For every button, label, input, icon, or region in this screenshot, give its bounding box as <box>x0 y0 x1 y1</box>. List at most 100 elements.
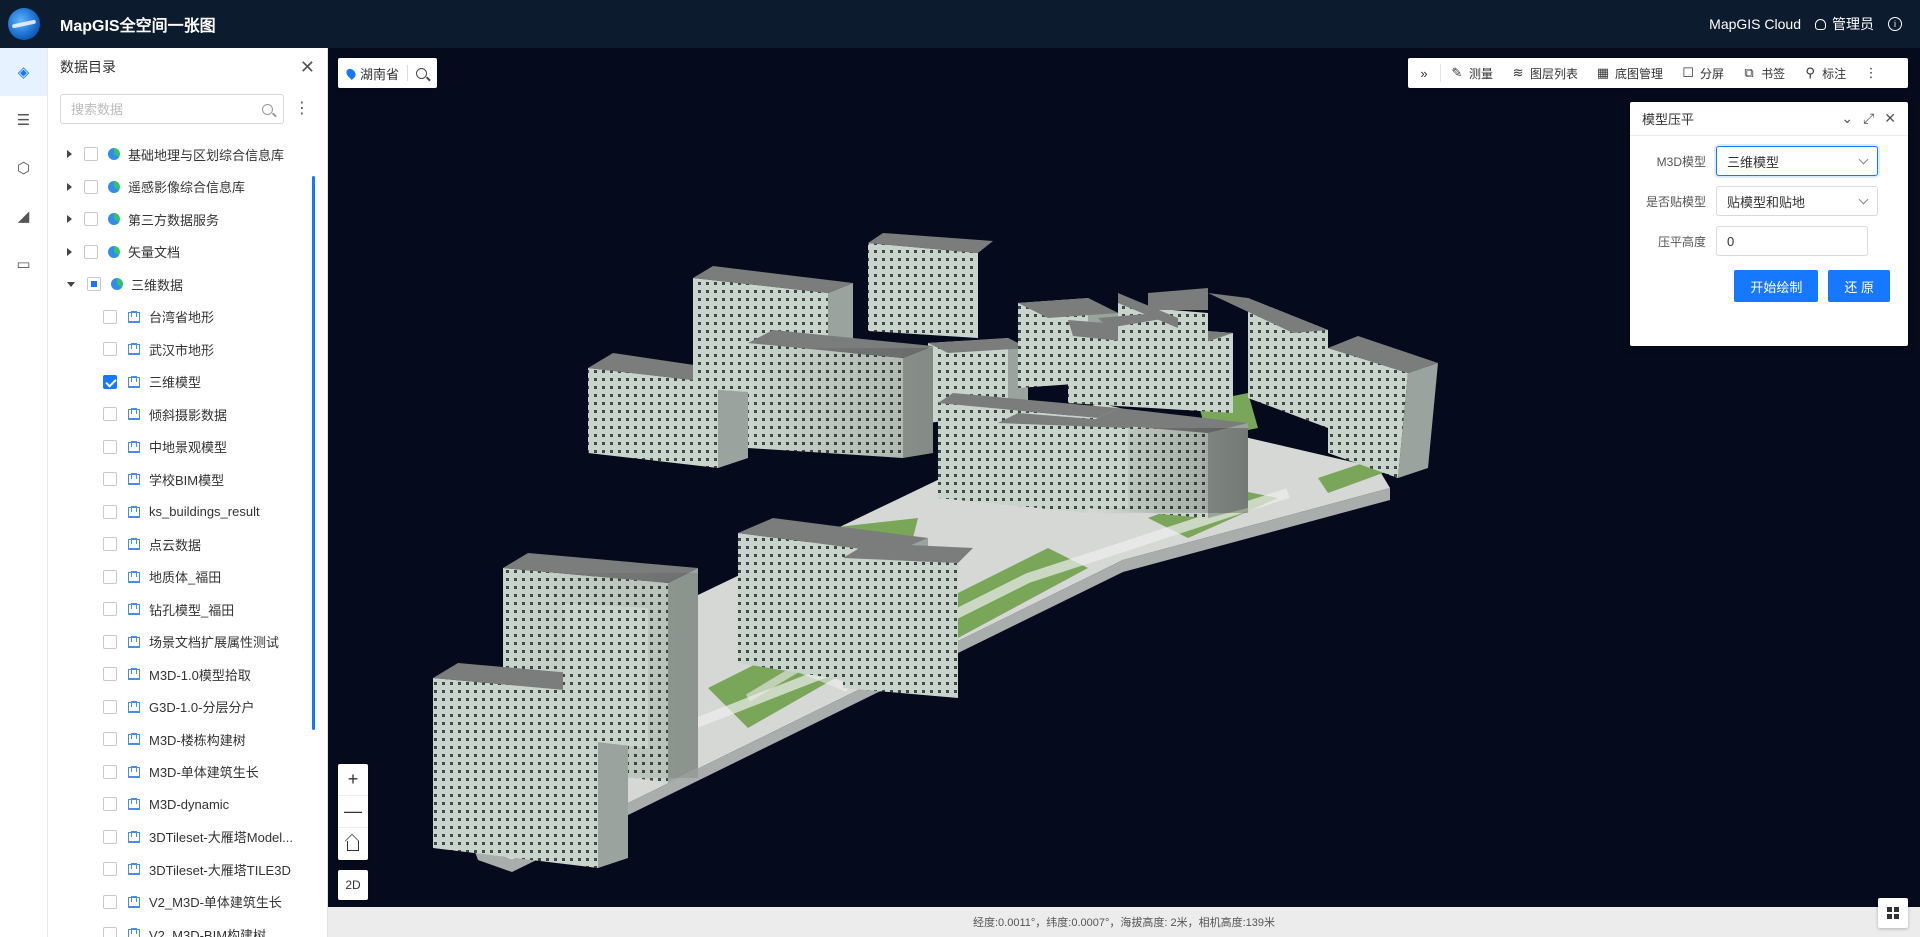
building <box>843 543 973 698</box>
tree-item[interactable]: V2_M3D-单体建筑生长 <box>48 886 320 919</box>
toolbar-item[interactable]: ✎ 测量 <box>1441 58 1502 88</box>
tree-item[interactable]: 武汉市地形 <box>48 333 320 366</box>
maximize-icon[interactable]: ⤢ <box>1863 110 1874 127</box>
info-icon[interactable]: i <box>1888 17 1902 31</box>
model-layer-icon <box>127 830 140 843</box>
model-select[interactable]: 三维模型 <box>1716 146 1878 176</box>
home-button[interactable] <box>338 828 368 860</box>
item-checkbox[interactable] <box>103 342 117 357</box>
item-checkbox[interactable] <box>103 894 117 909</box>
toolbar-item[interactable]: ⋮ <box>1855 58 1887 88</box>
rail-item[interactable]: ▭ <box>0 240 47 288</box>
tree-item[interactable]: 3DTileset-大雁塔Model... <box>48 821 320 854</box>
item-checkbox[interactable] <box>103 504 117 519</box>
restore-button[interactable]: 还 原 <box>1828 270 1890 302</box>
tree-item[interactable]: M3D-楼栋构建树 <box>48 723 320 756</box>
model-layer-icon <box>127 668 140 681</box>
tree-item[interactable]: V2_M3D-BIM构建树 <box>48 918 320 937</box>
start-draw-button[interactable]: 开始绘制 <box>1734 270 1819 302</box>
cloud-link[interactable]: MapGIS Cloud <box>1709 16 1801 32</box>
model-layer-icon <box>127 700 140 713</box>
tree-group-label: 三维数据 <box>131 277 184 293</box>
item-checkbox[interactable] <box>103 732 117 747</box>
user-menu[interactable]: 管理员 <box>1815 14 1874 34</box>
more-icon[interactable]: ⋮ <box>294 101 310 117</box>
caret-right-icon[interactable] <box>67 182 72 191</box>
item-checkbox[interactable] <box>103 829 117 844</box>
tree-group[interactable]: 矢量文档 <box>48 236 320 269</box>
item-checkbox[interactable] <box>103 439 117 454</box>
item-checkbox[interactable] <box>103 699 117 714</box>
toolbar-item[interactable]: ▦ 底图管理 <box>1587 58 1672 88</box>
group-checkbox[interactable] <box>84 212 98 227</box>
tree-item[interactable]: 钻孔模型_福田 <box>48 593 320 626</box>
caret-down-icon[interactable] <box>67 281 75 287</box>
item-checkbox[interactable] <box>103 569 117 584</box>
model-layer-icon <box>127 863 140 876</box>
item-checkbox[interactable] <box>103 634 117 649</box>
collapse-icon[interactable]: ⌄ <box>1841 110 1853 127</box>
tree-scrollbar[interactable] <box>312 176 315 730</box>
rail-item[interactable]: ◢ <box>0 192 47 240</box>
tree-group[interactable]: 遥感影像综合信息库 <box>48 171 320 204</box>
toolbar-item[interactable]: ⚲ 标注 <box>1794 58 1855 88</box>
item-checkbox[interactable] <box>103 309 117 324</box>
tree-item[interactable]: 倾斜摄影数据 <box>48 398 320 431</box>
2d-toggle-button[interactable]: 2D <box>338 870 368 900</box>
tree-item[interactable]: 点云数据 <box>48 528 320 561</box>
caret-right-icon[interactable] <box>67 150 72 159</box>
item-checkbox[interactable] <box>103 764 117 779</box>
toolbar-item[interactable]: ⧉ 书签 <box>1733 58 1794 88</box>
zoom-in-button[interactable]: + <box>338 764 368 796</box>
item-checkbox[interactable] <box>103 537 117 552</box>
group-checkbox[interactable] <box>84 147 98 162</box>
tree-item[interactable]: 地质体_福田 <box>48 561 320 594</box>
height-input[interactable] <box>1716 226 1868 256</box>
ruler-icon: ✎ <box>1451 65 1463 80</box>
tree-group-label: 矢量文档 <box>128 245 181 261</box>
close-icon[interactable]: ✕ <box>300 57 315 78</box>
region-selector[interactable]: 湖南省 <box>338 58 438 88</box>
search-input[interactable] <box>71 101 262 117</box>
rail-item[interactable]: ◈ <box>0 48 47 96</box>
tree-group[interactable]: 第三方数据服务 <box>48 203 320 236</box>
item-checkbox[interactable] <box>103 472 117 487</box>
item-checkbox[interactable] <box>103 862 117 877</box>
tree-item[interactable]: 中地景观模型 <box>48 431 320 464</box>
item-checkbox[interactable] <box>103 797 117 812</box>
toolbar-item[interactable]: ≋ 图层列表 <box>1502 58 1587 88</box>
toolbar-label: 分屏 <box>1700 66 1725 81</box>
search-icon[interactable] <box>416 67 428 79</box>
search-icon[interactable] <box>262 103 273 115</box>
item-checkbox[interactable] <box>103 374 117 389</box>
group-checkbox[interactable] <box>84 244 98 259</box>
tree-item[interactable]: 场景文档扩展属性测试 <box>48 626 320 659</box>
tree-item[interactable]: 学校BIM模型 <box>48 463 320 496</box>
caret-right-icon[interactable] <box>67 247 72 256</box>
item-checkbox[interactable] <box>103 602 117 617</box>
tree-item[interactable]: 3DTileset-大雁塔TILE3D <box>48 853 320 886</box>
group-checkbox[interactable] <box>87 277 101 292</box>
tree-group[interactable]: 三维数据 <box>48 268 320 301</box>
close-icon[interactable]: ✕ <box>1884 110 1896 127</box>
zoom-out-button[interactable]: — <box>338 796 368 828</box>
toolbar-item[interactable]: ☐ 分屏 <box>1672 58 1733 88</box>
item-checkbox[interactable] <box>103 667 117 682</box>
tree-item[interactable]: M3D-1.0模型拾取 <box>48 658 320 691</box>
tree-item[interactable]: G3D-1.0-分层分户 <box>48 691 320 724</box>
item-checkbox[interactable] <box>103 407 117 422</box>
tree-item[interactable]: ks_buildings_result <box>48 496 320 529</box>
tree-item[interactable]: M3D-单体建筑生长 <box>48 756 320 789</box>
caret-right-icon[interactable] <box>67 215 72 224</box>
toolbar-item[interactable]: » <box>1408 58 1440 88</box>
legend-button[interactable] <box>1878 898 1908 928</box>
tree-item[interactable]: 台湾省地形 <box>48 301 320 334</box>
attach-select[interactable]: 贴模型和贴地 <box>1716 186 1878 216</box>
item-checkbox[interactable] <box>103 927 117 937</box>
rail-item[interactable]: ⬡ <box>0 144 47 192</box>
tree-item[interactable]: M3D-dynamic <box>48 788 320 821</box>
group-checkbox[interactable] <box>84 179 98 194</box>
tree-group[interactable]: 基础地理与区划综合信息库 <box>48 138 320 171</box>
tree-item[interactable]: 三维模型 <box>48 366 320 399</box>
rail-item[interactable]: ☰ <box>0 96 47 144</box>
